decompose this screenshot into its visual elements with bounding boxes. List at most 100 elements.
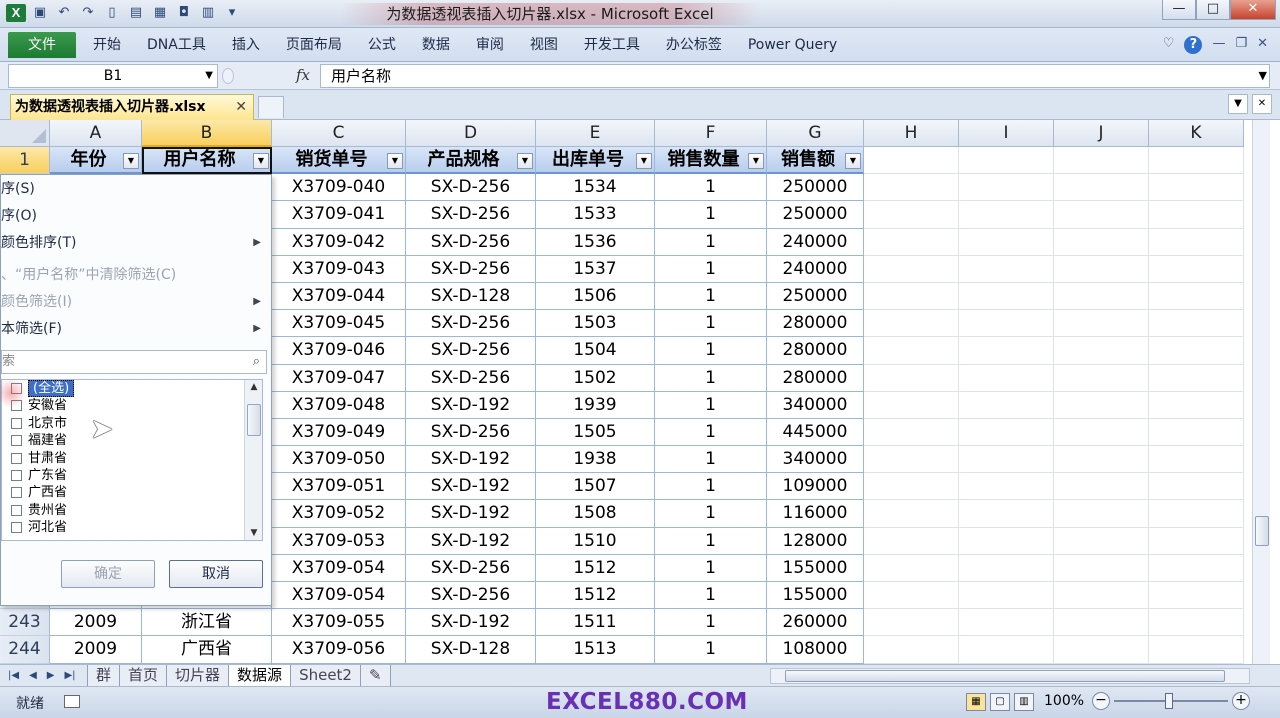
header-cell-year[interactable]: 年份 ▼ bbox=[50, 147, 142, 175]
header-cell-spec[interactable]: 产品规格 ▼ bbox=[406, 147, 536, 175]
ok-button[interactable]: 确定 bbox=[61, 560, 155, 588]
cell-g[interactable]: 155000 bbox=[767, 554, 864, 582]
zoom-level[interactable]: 100% bbox=[1044, 693, 1084, 709]
cell-d[interactable]: SX-D-256 bbox=[406, 255, 536, 283]
filter-checkbox[interactable] bbox=[11, 417, 22, 429]
col-header-j[interactable]: J bbox=[1054, 120, 1149, 147]
cell[interactable] bbox=[1149, 147, 1244, 175]
cell-d[interactable]: SX-D-192 bbox=[406, 527, 536, 555]
cell[interactable] bbox=[1054, 527, 1149, 555]
tab-close-all-icon[interactable]: ✕ bbox=[1252, 94, 1272, 114]
cell[interactable] bbox=[864, 636, 959, 664]
filter-list-item[interactable]: 河北省 bbox=[2, 519, 262, 536]
zoom-in-button[interactable]: + bbox=[1232, 692, 1250, 710]
cell-e[interactable]: 1533 bbox=[536, 201, 655, 229]
cell[interactable] bbox=[1149, 255, 1244, 283]
next-sheet-icon[interactable]: ▶ bbox=[47, 667, 55, 685]
cell[interactable] bbox=[1149, 636, 1244, 664]
page-layout-view-icon[interactable]: ▢ bbox=[990, 693, 1010, 711]
cell-c[interactable]: X3709-044 bbox=[272, 282, 406, 311]
workbook-restore-icon[interactable]: ❐ bbox=[1235, 36, 1247, 54]
scroll-down-icon[interactable]: ▼ bbox=[245, 528, 262, 538]
cell-d[interactable]: SX-D-256 bbox=[406, 228, 536, 256]
workbook-close-icon[interactable]: ✕ bbox=[1257, 36, 1268, 54]
cell-e[interactable]: 1513 bbox=[536, 636, 655, 664]
name-box[interactable]: B1 ▼ bbox=[8, 64, 218, 88]
filter-menu-item[interactable]: 颜色筛选(I) ▶ bbox=[1, 290, 271, 314]
collapse-ribbon-icon[interactable]: ♡ bbox=[1163, 36, 1175, 54]
header-cell-sales-no[interactable]: 销货单号 ▼ bbox=[272, 147, 406, 175]
cell-c[interactable]: X3709-040 bbox=[272, 174, 406, 202]
cell-f[interactable]: 1 bbox=[655, 282, 767, 311]
cell[interactable] bbox=[959, 582, 1054, 610]
cell-e[interactable]: 1504 bbox=[536, 337, 655, 365]
cell-d[interactable]: SX-D-256 bbox=[406, 337, 536, 365]
cell-f[interactable]: 1 bbox=[655, 255, 767, 283]
cell-e[interactable]: 1534 bbox=[536, 174, 655, 202]
cell[interactable] bbox=[1054, 418, 1149, 447]
cell[interactable] bbox=[1054, 636, 1149, 664]
cell-e[interactable]: 1512 bbox=[536, 582, 655, 610]
filter-checkbox[interactable] bbox=[11, 435, 22, 447]
redo-icon[interactable]: ↷ bbox=[78, 4, 98, 22]
filter-checkbox[interactable] bbox=[11, 504, 22, 516]
cell[interactable] bbox=[864, 282, 959, 311]
filter-checkbox[interactable] bbox=[11, 469, 22, 481]
col-header-i[interactable]: I bbox=[959, 120, 1054, 147]
cell[interactable] bbox=[1149, 174, 1244, 202]
cell[interactable] bbox=[864, 609, 959, 637]
tab-developer[interactable]: 开发工具 bbox=[571, 32, 653, 58]
filter-checkbox[interactable] bbox=[11, 487, 22, 499]
cell[interactable] bbox=[959, 147, 1054, 175]
cell-a[interactable]: 2009 bbox=[50, 636, 142, 664]
cell[interactable] bbox=[1054, 473, 1149, 501]
cell[interactable] bbox=[864, 500, 959, 528]
cell-g[interactable]: 280000 bbox=[767, 337, 864, 365]
format-icon[interactable]: ▥ bbox=[198, 4, 218, 22]
cell-d[interactable]: SX-D-256 bbox=[406, 418, 536, 447]
cell[interactable] bbox=[1054, 282, 1149, 311]
row-header[interactable]: 1 bbox=[0, 147, 50, 175]
cell-b[interactable]: 广西省 bbox=[142, 636, 272, 664]
cell[interactable] bbox=[959, 527, 1054, 555]
minimize-button[interactable]: — bbox=[1162, 0, 1196, 20]
filter-menu-item[interactable]: 序(O) bbox=[1, 204, 271, 228]
cell[interactable] bbox=[1149, 364, 1244, 392]
horizontal-scrollbar[interactable] bbox=[770, 668, 1250, 684]
cell-e[interactable]: 1508 bbox=[536, 500, 655, 528]
filter-dropdown-icon[interactable]: ▼ bbox=[517, 153, 533, 169]
cell[interactable] bbox=[959, 310, 1054, 338]
cell-c[interactable]: X3709-049 bbox=[272, 418, 406, 447]
cell-f[interactable]: 1 bbox=[655, 473, 767, 501]
insert-sheet-icon[interactable]: ✎ bbox=[359, 665, 391, 687]
cell-c[interactable]: X3709-042 bbox=[272, 228, 406, 256]
cell[interactable] bbox=[864, 582, 959, 610]
formula-bar-resize-handle[interactable] bbox=[222, 68, 234, 84]
cell-c[interactable]: X3709-041 bbox=[272, 201, 406, 229]
cell[interactable] bbox=[864, 255, 959, 283]
cell-c[interactable]: X3709-045 bbox=[272, 310, 406, 338]
tab-office-tab[interactable]: 办公标签 bbox=[653, 32, 735, 58]
cell[interactable] bbox=[1149, 609, 1244, 637]
cell[interactable] bbox=[959, 364, 1054, 392]
cell-c[interactable]: X3709-051 bbox=[272, 473, 406, 501]
col-header-k[interactable]: K bbox=[1149, 120, 1244, 147]
tab-insert[interactable]: 插入 bbox=[219, 32, 273, 58]
print-preview-icon[interactable]: ▦ bbox=[150, 4, 170, 22]
cell[interactable] bbox=[1054, 364, 1149, 392]
cell-d[interactable]: SX-D-256 bbox=[406, 582, 536, 610]
cell-g[interactable]: 250000 bbox=[767, 282, 864, 311]
filter-list-item[interactable]: 安徽省 bbox=[2, 397, 262, 414]
cell-d[interactable]: SX-D-192 bbox=[406, 446, 536, 474]
filter-list-scroll-thumb[interactable] bbox=[247, 404, 261, 436]
cell[interactable] bbox=[959, 473, 1054, 501]
cell[interactable] bbox=[864, 310, 959, 338]
cell-g[interactable]: 116000 bbox=[767, 500, 864, 528]
cell[interactable] bbox=[1149, 582, 1244, 610]
cell[interactable] bbox=[1149, 554, 1244, 582]
cell[interactable] bbox=[864, 147, 959, 175]
cell[interactable] bbox=[1054, 228, 1149, 256]
cell-f[interactable]: 1 bbox=[655, 527, 767, 555]
cell-g[interactable]: 280000 bbox=[767, 310, 864, 338]
cell-e[interactable]: 1511 bbox=[536, 609, 655, 637]
